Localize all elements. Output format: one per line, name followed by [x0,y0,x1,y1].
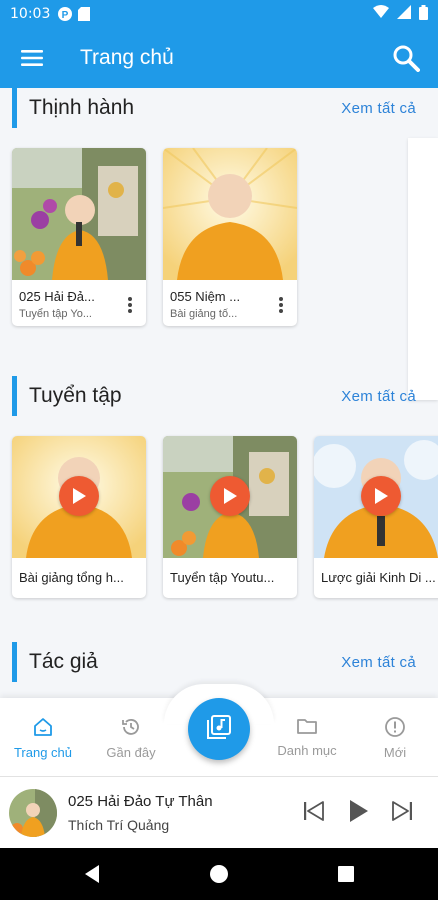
music-library-icon [206,714,232,745]
section-collections-header: Tuyển tập Xem tất cả [0,376,438,416]
previous-track-button[interactable] [298,797,330,829]
status-time: 10:03 [10,6,51,22]
section-collections-title: Tuyển tập [29,384,122,407]
section-authors-header: Tác giả Xem tất cả [0,642,438,682]
menu-icon[interactable] [0,28,64,88]
status-bar: 10:03 P [0,0,438,28]
more-options-icon[interactable] [269,293,293,317]
home-circle-icon[interactable] [207,862,231,886]
video-thumbnail [163,148,297,280]
sd-card-icon [78,7,92,21]
nav-item-new[interactable]: Mới [352,716,438,760]
back-icon[interactable] [80,862,104,886]
more-options-icon[interactable] [118,293,142,317]
collection-card[interactable]: Bài giảng tổng h... [12,436,146,598]
next-track-button[interactable] [386,797,418,829]
nav-label: Mới [383,745,407,760]
battery-icon [419,4,428,24]
home-content[interactable]: Thịnh hành Xem tất cả 025 Hải Đả... Tuyể [0,88,438,698]
alert-icon [384,716,406,741]
now-playing-title: 025 Hải Đảo Tự Thân [68,793,213,810]
collection-title: Tuyển tập Youtu... [170,570,275,585]
music-library-button[interactable] [188,698,250,760]
section-trending-header: Thịnh hành Xem tất cả [0,88,438,128]
section-authors-title: Tác giả [29,650,98,673]
bottom-navigation: Trang chủ Gần đây Danh mục Mới [0,684,438,776]
page-title: Trang chủ [80,46,174,69]
authors-see-all-link[interactable]: Xem tất cả [341,654,416,671]
now-playing-artist: Thích Trí Quảng [68,817,170,833]
card-title: 025 Hải Đả... [19,289,95,304]
play-button[interactable] [342,797,374,829]
section-accent-bar [12,376,17,416]
svg-text:P: P [62,10,69,21]
collection-title: Bài giảng tổng h... [19,570,124,585]
signal-icon [397,5,411,23]
mini-player[interactable]: 025 Hải Đảo Tự Thân Thích Trí Quảng [0,776,438,848]
trending-card[interactable]: 055 Niệm ... Bài giảng tố... [163,148,297,326]
nav-label: Danh mục [277,743,337,758]
play-icon[interactable] [361,476,401,516]
home-icon [32,716,54,741]
section-trending-title: Thịnh hành [29,96,135,119]
play-icon [347,799,369,828]
nav-label: Trang chủ [13,745,73,760]
nav-item-categories[interactable]: Danh mục [264,716,350,758]
system-navigation-bar [0,848,438,900]
section-accent-bar [12,642,17,682]
skip-previous-icon [303,800,325,826]
card-subtitle: Tuyển tập Yo... [19,308,92,320]
nav-item-home[interactable]: Trang chủ [0,716,86,760]
nav-item-recent[interactable]: Gần đây [88,716,174,760]
p-icon: P [58,7,73,21]
search-icon[interactable] [374,28,438,88]
trending-see-all-link[interactable]: Xem tất cả [341,100,416,117]
collection-title: Lược giải Kinh Di ... [321,570,436,585]
trending-card-partial[interactable] [408,138,438,400]
trending-card[interactable]: 025 Hải Đả... Tuyển tập Yo... [12,148,146,326]
skip-next-icon [391,800,413,826]
play-icon[interactable] [210,476,250,516]
wifi-icon [373,5,389,23]
card-subtitle: Bài giảng tố... [170,308,238,320]
collection-card[interactable]: Tuyển tập Youtu... [163,436,297,598]
now-playing-artwork [9,789,57,837]
card-title: 055 Niệm ... [170,289,241,304]
collections-see-all-link[interactable]: Xem tất cả [341,388,416,405]
section-accent-bar [12,88,17,128]
video-thumbnail [12,148,146,280]
history-icon [120,716,142,741]
folder-icon [296,716,318,739]
recent-apps-icon[interactable] [334,862,358,886]
nav-label: Gần đây [106,745,156,760]
collection-card[interactable]: Lược giải Kinh Di ... [314,436,438,598]
app-bar: Trang chủ [0,28,438,88]
play-icon[interactable] [59,476,99,516]
